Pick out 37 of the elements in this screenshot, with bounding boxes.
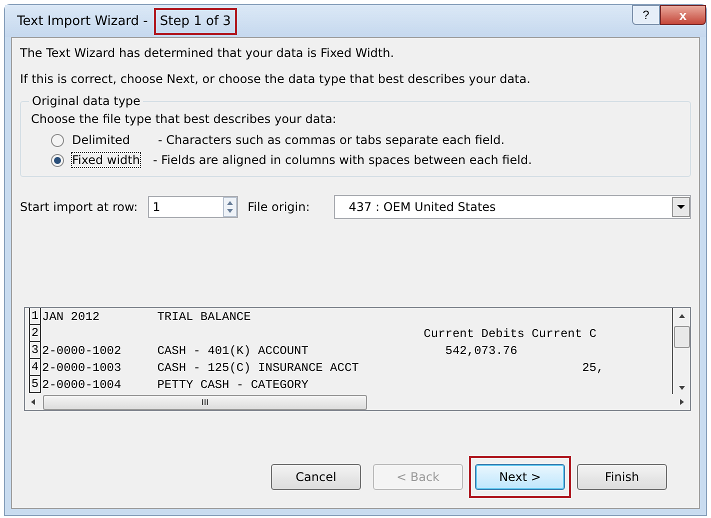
radio-button[interactable]	[51, 134, 64, 146]
help-button[interactable]: ?	[632, 5, 660, 25]
dialog-button[interactable]: Finish	[577, 464, 667, 490]
preview-line: JAN 2012 TRIAL BALANCE	[41, 310, 251, 324]
option-description: - Fields are aligned in columns with spaces between each field.	[153, 153, 532, 167]
file-origin-label: File origin:	[248, 200, 310, 214]
intro-text: The Text Wizard has determined that your data is Fixed Width.	[20, 46, 396, 60]
option-label[interactable]: Delimited	[72, 133, 150, 147]
line-number: 3	[29, 342, 41, 359]
group-title: Original data type	[31, 94, 142, 108]
preview-line: 2-0000-1002 CASH - 401(K) ACCOUNT 542,073.76	[41, 344, 518, 358]
intro-text: If this is correct, choose Next, or choose the data type that best describes your data.	[20, 72, 532, 86]
preview-line: Current Debits Current C	[422, 326, 596, 340]
line-number: 5	[29, 376, 41, 393]
line-number: 1	[29, 308, 41, 325]
option-description: - Characters such as commas or tabs separate each field.	[158, 133, 505, 147]
dialog-button[interactable]: Cancel	[271, 464, 361, 490]
preview-line: 2-0000-1003 CASH - 125(C) INSURANCE ACCT 25,	[41, 360, 604, 374]
start-row-field[interactable]: 1	[148, 196, 238, 218]
spinner-icon[interactable]	[222, 197, 237, 217]
scroll-right-icon[interactable]	[678, 397, 686, 407]
scroll-up-icon[interactable]	[676, 312, 686, 320]
window-title: Text Import Wizard -	[16, 12, 149, 30]
scroll-thumb[interactable]: III	[43, 394, 367, 410]
line-number: 2	[29, 325, 41, 342]
scroll-left-icon[interactable]	[29, 397, 37, 407]
preview-line: 2-0000-1004 PETTY CASH - CATEGORY	[41, 378, 308, 392]
radio-button[interactable]	[51, 154, 64, 166]
option-label[interactable]: Fixed width	[72, 153, 140, 167]
dialog-button[interactable]: Next >	[475, 464, 565, 490]
file-origin-dropdown[interactable]: 437 : OEM United States	[334, 195, 691, 219]
window-title: Step 1 of 3	[154, 8, 237, 34]
start-row-label: Start import at row:	[20, 200, 138, 214]
line-number: 4	[29, 359, 41, 376]
prompt-text: Choose the file type that best describes your data:	[31, 112, 338, 126]
scroll-down-icon[interactable]	[676, 384, 686, 392]
scroll-thumb[interactable]	[674, 326, 690, 348]
